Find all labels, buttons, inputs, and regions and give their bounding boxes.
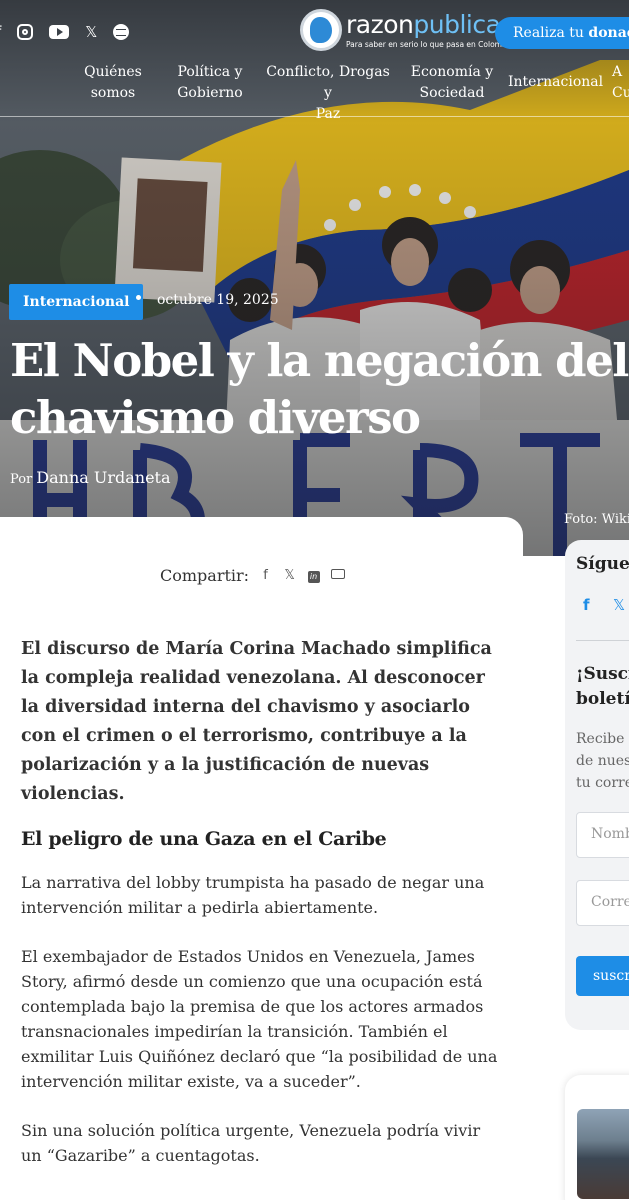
paragraph: La narrativa del lobby trumpista ha pasa… — [21, 873, 485, 917]
name-input[interactable]: Nomb — [576, 812, 629, 858]
sidebar-divider — [576, 640, 629, 641]
paragraph: El exembajador de Estados Unidos en Vene… — [21, 947, 498, 1091]
logo-map-icon — [300, 9, 342, 51]
meta-separator — [136, 295, 141, 300]
nav-item-internacional[interactable]: Internacional — [508, 72, 603, 93]
share-label: Compartir: — [160, 566, 250, 585]
youtube-icon[interactable] — [49, 25, 70, 39]
category-badge[interactable]: Internacional — [9, 284, 144, 320]
section-heading: El peligro de una Gaza en el Caribe — [21, 828, 387, 850]
photo-credit: Foto: Wiki — [564, 512, 629, 527]
main-nav: Quiénes somos Política y Gobierno Conflict… — [0, 62, 629, 122]
social-links: f 𝕏 — [0, 22, 130, 42]
spotify-icon[interactable] — [113, 24, 130, 40]
byline: Por Danna Urdaneta — [10, 468, 171, 487]
x-icon[interactable]: 𝕏 — [282, 568, 297, 583]
instagram-icon[interactable] — [17, 24, 34, 40]
author-link[interactable]: Danna Urdaneta — [36, 468, 170, 487]
nav-item-politica[interactable]: Política y Gobierno — [174, 62, 246, 104]
newsletter-title: ¡Suscr boletín — [576, 664, 629, 709]
nav-item-more[interactable]: A Cu — [612, 62, 629, 104]
facebook-icon[interactable]: f — [258, 568, 273, 583]
x-icon[interactable]: 𝕏 — [613, 596, 625, 614]
related-article-thumbnail[interactable] — [577, 1109, 629, 1199]
nav-item-quienes-somos[interactable]: Quiénes somos — [82, 62, 144, 104]
donate-button[interactable]: Realiza tu donación — [495, 17, 629, 49]
article-title: El Nobel y la negación del chavismo dive… — [10, 334, 629, 444]
article-lead: El discurso de María Corina Machado simp… — [21, 639, 492, 804]
nav-divider — [0, 116, 629, 117]
facebook-icon[interactable]: f — [583, 596, 590, 614]
mail-icon[interactable] — [330, 568, 345, 583]
site-logo[interactable]: razonpublicacom Para saber en serio lo q… — [300, 9, 524, 51]
paragraph: Sin una solución política urgente, Venez… — [21, 1121, 481, 1165]
x-icon[interactable]: 𝕏 — [85, 22, 97, 42]
publish-date: octubre 19, 2025 — [157, 292, 279, 308]
subscribe-button[interactable]: suscr — [576, 956, 629, 996]
linkedin-icon[interactable]: in — [306, 568, 321, 583]
facebook-icon[interactable]: f — [0, 22, 1, 42]
email-input[interactable]: Corre — [576, 880, 629, 926]
newsletter-text: Recibe lo de nuest tu corre — [576, 731, 629, 791]
article-card — [0, 517, 523, 1200]
follow-title: Síguen — [576, 554, 629, 574]
nav-item-economia[interactable]: Economía y Sociedad — [410, 62, 494, 104]
share-bar: Compartir: f 𝕏 in — [160, 566, 345, 585]
